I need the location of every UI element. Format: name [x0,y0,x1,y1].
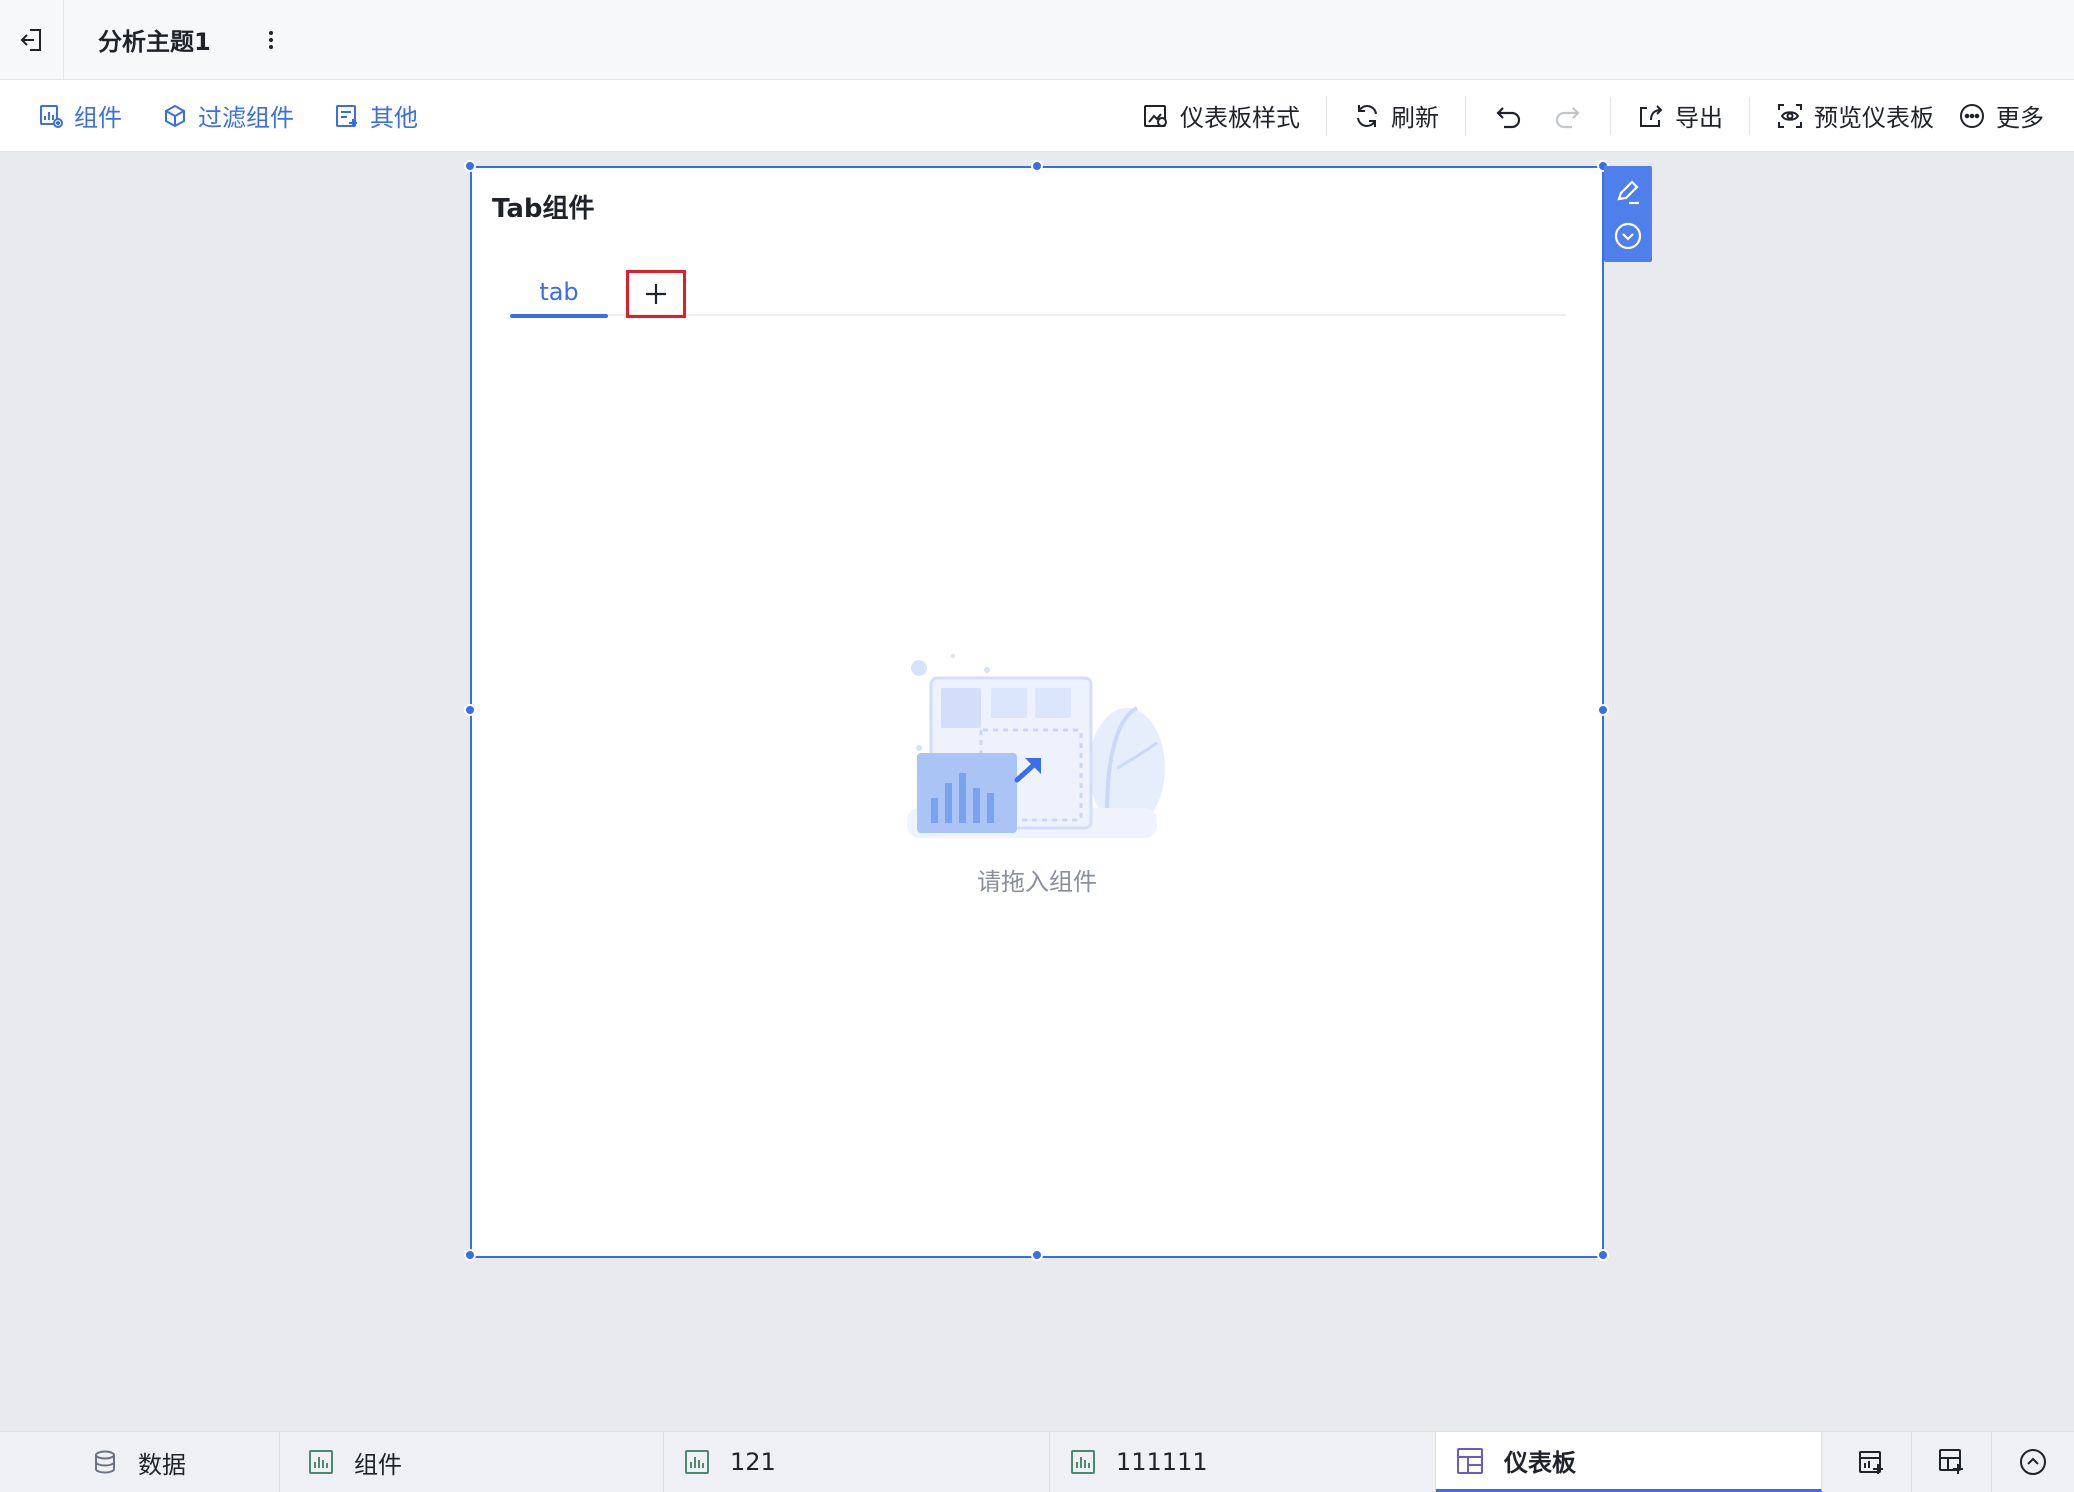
undo-button[interactable] [1480,92,1538,140]
bottom-tab-label: 数据 [138,1450,186,1479]
bar-chart-icon [685,1450,709,1474]
bar-chart-icon [1071,1450,1095,1474]
filter-component-button[interactable]: 过滤组件 [150,92,306,140]
add-tab-button[interactable] [626,270,686,318]
toolbar-divider [1610,96,1611,135]
add-dashboard-icon [1938,1449,1963,1474]
preview-dashboard-label: 预览仪表板 [1814,104,1934,132]
active-tab-indicator [510,314,608,318]
empty-state: 请拖入组件 [472,638,1602,897]
dashboard-style-icon [1144,104,1167,127]
refresh-button[interactable]: 刷新 [1341,92,1451,140]
other-button[interactable]: 其他 [322,92,430,140]
toolbar: 组件 过滤组件 其他 仪表板样式 刷新 导出 预览仪表板 更多 [0,80,2074,152]
collapse-panel-button[interactable] [1992,1432,2074,1492]
resize-handle-top-left[interactable] [464,160,476,172]
exit-button[interactable] [0,0,64,80]
title-more-button[interactable] [259,20,283,60]
other-icon [336,104,357,127]
add-dashboard-button[interactable] [1912,1432,1992,1492]
toolbar-divider [1326,96,1327,135]
bottom-tab-label: 121 [730,1448,776,1476]
component-label: 组件 [74,104,122,132]
more-icon [1960,103,1984,128]
widget-floating-tools [1604,166,1652,262]
redo-icon [1555,106,1580,128]
plus-icon [646,284,666,304]
tab-label: tab [539,278,579,306]
widget-title: Tab组件 [492,194,595,224]
bottom-tab-label: 111111 [1116,1448,1208,1476]
undo-icon [1496,106,1521,128]
exit-icon [20,28,41,51]
page-title: 分析主题1 [98,28,211,56]
vertical-dots-icon [268,30,273,49]
component-icon [40,104,63,128]
preview-icon [1778,103,1802,128]
more-button[interactable]: 更多 [1946,92,2056,140]
chevron-up-circle-icon [2020,1449,2046,1475]
resize-handle-bottom-left[interactable] [464,1249,476,1261]
empty-illustration-icon [907,654,1165,838]
resize-handle-top[interactable] [1031,160,1043,172]
redo-button[interactable] [1538,92,1596,140]
bottom-tab-bar: 数据 组件 121 111111 仪表板 [0,1431,2074,1492]
export-icon [1640,104,1663,127]
database-icon [95,1450,115,1474]
filter-icon [165,104,185,127]
bottom-tab-label: 组件 [354,1450,402,1479]
toolbar-divider [1749,96,1750,135]
tab-item[interactable]: tab [510,268,608,318]
edit-icon[interactable] [1613,177,1643,207]
resize-handle-bottom-right[interactable] [1597,1249,1609,1261]
component-button[interactable]: 组件 [26,92,134,140]
preview-dashboard-button[interactable]: 预览仪表板 [1764,92,1946,140]
resize-handle-bottom[interactable] [1031,1249,1043,1261]
refresh-icon [1357,104,1377,127]
more-label: 更多 [1996,104,2044,132]
tab-widget[interactable]: Tab组件 tab 请拖入组件 [464,160,1609,1261]
dashboard-style-label: 仪表板样式 [1180,104,1300,132]
dashboard-canvas[interactable]: Tab组件 tab 请拖入组件 [0,153,2074,1431]
bottom-tab-111111[interactable]: 111111 [1050,1432,1436,1492]
other-label: 其他 [370,104,418,132]
bottom-tab-label: 仪表板 [1504,1449,1576,1477]
dashboard-icon [1457,1447,1483,1474]
bottom-tab-dashboard[interactable]: 仪表板 [1436,1432,1822,1492]
add-chart-button[interactable] [1832,1432,1912,1492]
export-button[interactable]: 导出 [1625,92,1735,140]
refresh-label: 刷新 [1391,104,1439,132]
bottom-tab-data[interactable]: 数据 [0,1432,280,1492]
toolbar-divider [1465,96,1466,135]
export-label: 导出 [1675,104,1723,132]
dashboard-style-button[interactable]: 仪表板样式 [1130,92,1312,140]
add-chart-icon [1858,1451,1883,1474]
title-bar: 分析主题1 [0,0,2074,80]
bottom-tab-121[interactable]: 121 [664,1432,1050,1492]
chevron-down-circle-icon[interactable] [1613,221,1643,251]
filter-component-label: 过滤组件 [198,104,294,132]
bottom-tab-component[interactable]: 组件 [280,1432,664,1492]
empty-hint: 请拖入组件 [977,868,1097,896]
bar-chart-icon [309,1450,333,1474]
